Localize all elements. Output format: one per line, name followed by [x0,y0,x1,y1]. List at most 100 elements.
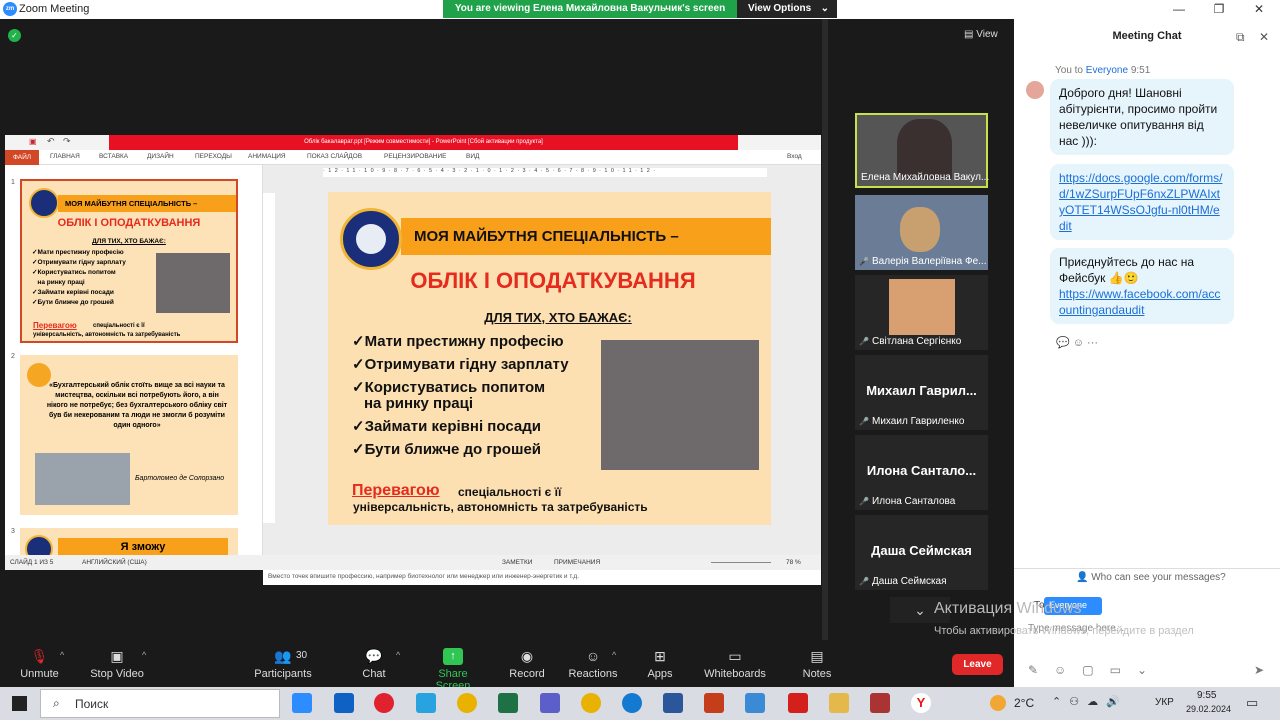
tab-transitions[interactable]: ПЕРЕХОДЫ [195,153,232,160]
chat-link[interactable]: https://www.facebook.com/accountingandau… [1059,287,1220,317]
leave-button[interactable]: Leave [952,654,1003,675]
mail-app-icon[interactable] [334,693,354,713]
maximize-icon[interactable]: ❐ [1199,1,1239,18]
tab-view[interactable]: ВИД [466,153,479,160]
meeting-toolbar: 🎙 Unmute ^ ▣ Stop Video ^ 👥 Participants 30… [0,640,1014,692]
participant-name: 🎤 Илона Санталова [859,496,956,507]
whiteboard-icon: ▭ [728,648,742,664]
current-slide[interactable]: МОЯ МАЙБУТНЯ СПЕЦІАЛЬНІСТЬ – ОБЛІК І ОПО… [328,192,771,525]
vertical-ruler [263,193,275,523]
slide-bullet: ✓Отримувати гідну зарплату [352,356,569,373]
zoom-level[interactable]: 78 % [786,559,801,566]
chrome-app-icon[interactable] [581,693,601,713]
powerpoint-app-icon[interactable] [704,693,724,713]
notes-icon: ▤ [810,648,824,664]
reactions-button[interactable]: ☺ Reactions [568,640,618,687]
close-icon[interactable]: ✕ [1239,1,1279,18]
chevron-up-icon[interactable]: ^ [142,650,146,660]
tab-file[interactable]: ФАЙЛ [5,150,39,165]
view-options-label: View Options [748,3,812,14]
zoom-slider[interactable] [711,562,771,563]
thumbnail-slide-1[interactable]: МОЯ МАЙБУТНЯ СПЕЦІАЛЬНІСТЬ – ОБЛІК І ОПО… [20,179,238,343]
notes-button[interactable]: ▤ Notes [800,640,834,687]
participant-tile[interactable]: Илона Сантало... 🎤 Илона Санталова [855,435,988,510]
tab-animation[interactable]: АНИМАЦИЯ [248,153,286,160]
redo-icon[interactable]: ↷ [63,136,71,147]
tab-home[interactable]: ГЛАВНАЯ [50,153,80,160]
chat-link[interactable]: https://docs.google.com/forms/d/1wZSurpF… [1059,171,1222,233]
splitter[interactable] [822,19,828,640]
participant-tile[interactable]: 🎤 Валерія Валеріївна Фе... [855,195,988,270]
video-camera-icon: ▣ [110,648,124,664]
tab-design[interactable]: ДИЗАЙН [147,153,174,160]
undo-icon[interactable]: ↶ [47,136,55,147]
participants-button[interactable]: 👥 Participants [252,640,314,687]
view-options-button[interactable]: View Options ⌄ [737,0,837,18]
slide-counter: СЛАЙД 1 ИЗ 5 [10,559,54,566]
word-app-icon[interactable] [663,693,683,713]
pdf-app-icon[interactable] [788,693,808,713]
chevron-up-icon[interactable]: ^ [612,650,616,660]
participant-tile[interactable]: 🎤 Світлана Сергієнко [855,275,988,350]
tray-icons[interactable]: ⌃⚇☁🔊 [1052,695,1128,708]
edge-app-icon[interactable] [622,693,642,713]
chat-button[interactable]: 💬 Chat [355,640,393,687]
opera-app-icon[interactable] [374,693,394,713]
comments-toggle[interactable]: ПРИМЕЧАНИЯ [554,559,600,566]
participant-big-name: Илона Сантало... [866,463,977,478]
thumb3-title: Я зможу [58,538,228,555]
photos-app-icon[interactable] [745,693,765,713]
clock-time[interactable]: 9:55 [1197,690,1216,701]
money-photo [601,340,759,470]
participant-tile[interactable]: Елена Михайловна Вакул... [855,113,989,188]
slide-adv-word: Перевагою [352,482,440,499]
explorer-app-icon[interactable] [829,693,849,713]
signin-link[interactable]: Вход [787,153,802,160]
yandex-app-icon[interactable]: Y [911,693,931,713]
popout-icon[interactable]: ⧉ [1236,30,1245,45]
security-shield-icon[interactable]: ✓ [8,29,21,42]
clock-date[interactable]: 29.02.2024 [1186,704,1231,714]
close-chat-icon[interactable]: ✕ [1259,30,1269,44]
minimize-icon[interactable]: — [1159,1,1199,18]
view-button[interactable]: ▤ View [964,29,998,40]
temperature[interactable]: 2°C [1014,696,1034,710]
record-button[interactable]: ◉ Record [506,640,548,687]
save-icon[interactable]: ▣ [29,137,37,146]
participant-video [900,207,940,252]
language-indicator[interactable]: АНГЛИЙСКИЙ (США) [82,559,147,566]
tab-review[interactable]: РЕЦЕНЗИРОВАНИЕ [384,153,447,160]
thumbnail-slide-2[interactable]: «Бухгалтерський облік стоїть вище за всі… [20,355,238,515]
windows-start-icon[interactable] [12,696,27,711]
notes-toggle[interactable]: ЗАМЕТКИ [502,559,532,566]
excel-app-icon[interactable] [498,693,518,713]
participant-tile[interactable]: Даша Сеймская 🎤 Даша Сеймская [855,515,988,590]
share-screen-button[interactable]: ↑ Share Screen [420,640,486,692]
telegram-app-icon[interactable] [416,693,436,713]
tab-slideshow[interactable]: ПОКАЗ СЛАЙДОВ [307,153,362,160]
notes-pane[interactable]: Вместо точек впишите профессию, например… [263,569,821,585]
stop-video-button[interactable]: ▣ Stop Video [88,640,146,687]
ppt-window-controls[interactable] [738,135,821,150]
weather-icon[interactable] [990,695,1006,711]
notifications-icon[interactable]: ▭ [1246,695,1258,711]
chrome-app-icon[interactable] [457,693,477,713]
chat-input-tools[interactable]: ✎☺▢▭⌄ [1028,663,1163,677]
teams-app-icon[interactable] [540,693,560,713]
apps-button[interactable]: ⊞ Apps [645,640,675,687]
zoom-app-icon[interactable] [292,693,312,713]
participant-tile[interactable]: Михаил Гаврил... 🎤 Михаил Гавриленко [855,355,988,430]
who-can-see-link[interactable]: 👤 Who can see your messages? [1076,572,1226,583]
thumbnail-slide-3[interactable]: Я зможу [20,528,238,555]
mic-muted-icon: 🎤 [859,497,869,506]
language-indicator[interactable]: УКР [1155,697,1174,708]
taskbar-search[interactable]: ⌕ Поиск [40,689,280,718]
tab-insert[interactable]: ВСТАВКА [99,153,128,160]
chevron-up-icon[interactable]: ^ [60,650,64,660]
message-actions[interactable]: 💬 ☺ ··· [1056,336,1098,349]
chevron-up-icon[interactable]: ^ [396,650,400,660]
whiteboards-button[interactable]: ▭ Whiteboards [702,640,768,687]
winrar-app-icon[interactable] [870,693,890,713]
send-icon[interactable]: ➤ [1254,663,1264,677]
unmute-button[interactable]: 🎙 Unmute [12,640,67,687]
